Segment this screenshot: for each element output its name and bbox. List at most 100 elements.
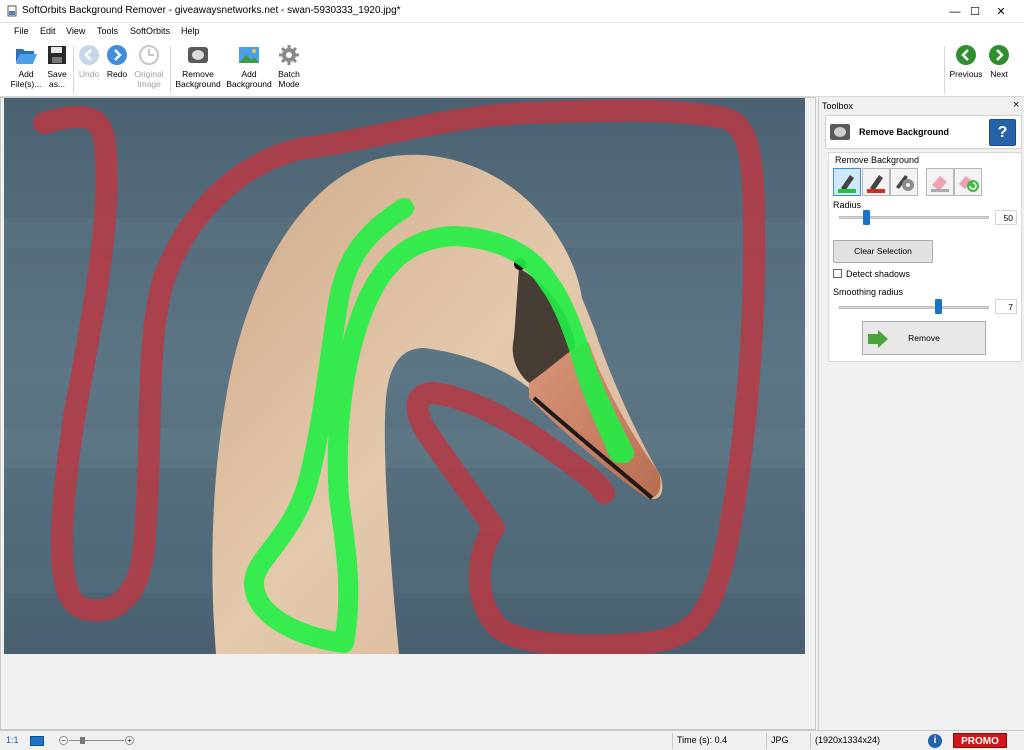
smoothing-value[interactable]: 7 — [995, 299, 1017, 314]
gear-icon — [279, 45, 299, 65]
menu-bar: File Edit View Tools SoftOrbits Help — [0, 23, 1024, 40]
toolbar-separator — [73, 46, 74, 94]
remove-background-icon — [188, 47, 208, 63]
redo-button[interactable]: Redo — [104, 44, 130, 79]
add-files-label-1: Add — [18, 69, 34, 79]
swan-photo[interactable] — [4, 98, 805, 654]
add-files-label-2: File(s)... — [10, 79, 42, 89]
detect-shadows-label: Detect shadows — [846, 269, 911, 279]
radius-slider[interactable] — [839, 216, 989, 219]
window-title: SoftOrbits Background Remover - giveaway… — [22, 5, 401, 16]
radius-value[interactable]: 50 — [995, 210, 1017, 225]
promo-badge[interactable]: PROMO — [953, 733, 1007, 748]
fit-window-icon[interactable] — [30, 736, 44, 746]
undo-label: Undo — [78, 69, 100, 79]
toolbox-close-icon[interactable]: × — [1013, 99, 1019, 111]
arrow-left-icon — [79, 45, 99, 65]
remove-marker-button[interactable] — [862, 168, 890, 196]
radius-label: Radius — [833, 200, 862, 210]
menu-edit[interactable]: Edit — [40, 26, 56, 36]
floppy-disk-icon — [48, 46, 66, 64]
radius-slider-thumb[interactable] — [863, 210, 870, 225]
reset-eraser-button[interactable] — [954, 168, 982, 196]
menu-file[interactable]: File — [14, 26, 29, 36]
original-image-button[interactable]: Original Image — [131, 44, 167, 89]
next-label: Next — [990, 69, 1008, 79]
save-as-button[interactable]: Save as... — [44, 44, 70, 89]
landscape-image-icon — [239, 47, 259, 63]
undo-button[interactable]: Undo — [77, 44, 101, 79]
batch-mode-button[interactable]: Batch Mode — [274, 44, 304, 89]
red-marker-icon — [867, 175, 885, 193]
remove-background-button[interactable]: Remove Background — [172, 44, 224, 89]
remove-background-panel-icon — [830, 124, 850, 140]
smoothing-slider[interactable] — [839, 306, 989, 309]
zoom-ratio[interactable]: 1:1 — [6, 735, 19, 745]
toolbar: Add File(s)... Save as... Undo Redo Origin… — [0, 40, 1024, 97]
clear-selection-button[interactable]: Clear Selection — [833, 240, 933, 263]
add-background-label-1: Add — [241, 69, 257, 79]
toolbox-title: Toolbox — [822, 101, 854, 111]
remove-background-label-2: Background — [175, 79, 221, 89]
folder-open-icon — [16, 49, 37, 64]
status-separator — [810, 733, 811, 749]
zoom-out-icon[interactable]: − — [59, 736, 68, 745]
zoom-thumb[interactable] — [80, 737, 85, 744]
toolbox-panel: Toolbox × Remove Background ? Remove Bac… — [818, 97, 1024, 730]
green-marker-icon — [838, 175, 856, 193]
image-canvas[interactable] — [0, 97, 816, 730]
batch-mode-label-1: Batch — [278, 69, 300, 79]
green-arrow-icon — [868, 330, 888, 348]
remove-background-panel: Remove Background ? — [825, 115, 1022, 149]
toolbox-header: Toolbox × — [819, 97, 1024, 115]
add-files-button[interactable]: Add File(s)... — [8, 44, 44, 89]
status-separator — [672, 733, 673, 749]
remove-button-label: Remove — [908, 333, 940, 343]
image-dimensions: (1920x1334x24) — [815, 735, 881, 745]
help-button[interactable]: ? — [989, 119, 1016, 146]
close-button[interactable]: ✕ — [978, 0, 1024, 23]
menu-softorbits[interactable]: SoftOrbits — [130, 26, 170, 36]
menu-tools[interactable]: Tools — [97, 26, 118, 36]
detect-shadows-checkbox[interactable] — [833, 269, 842, 278]
menu-help[interactable]: Help — [181, 26, 200, 36]
menu-view[interactable]: View — [66, 26, 85, 36]
toolbar-separator — [944, 46, 945, 94]
info-icon[interactable]: i — [928, 734, 942, 748]
gear-marker-icon — [896, 175, 914, 191]
original-image-label-1: Original — [134, 69, 164, 79]
save-as-label-2: as... — [48, 79, 66, 89]
previous-button[interactable]: Previous — [946, 44, 986, 79]
redo-label: Redo — [106, 69, 128, 79]
zoom-slider[interactable]: − + — [55, 735, 135, 747]
panel-title: Remove Background — [859, 127, 950, 137]
original-image-label-2: Image — [137, 79, 161, 89]
status-separator — [766, 733, 767, 749]
toolbar-separator — [170, 46, 171, 94]
eraser-icon — [931, 176, 949, 192]
zoom-in-icon[interactable]: + — [125, 736, 134, 745]
arrow-right-icon — [107, 45, 127, 65]
app-icon — [7, 5, 17, 17]
image-format: JPG — [771, 735, 789, 745]
save-as-label-1: Save — [47, 69, 67, 79]
keep-marker-button[interactable] — [833, 168, 861, 196]
status-bar: 1:1 − + Time (s): 0.4 JPG (1920x1334x24)… — [0, 730, 1024, 750]
smoothing-slider-thumb[interactable] — [935, 299, 942, 314]
remove-background-label-1: Remove — [182, 69, 214, 79]
remove-button[interactable]: Remove — [862, 321, 986, 355]
previous-label: Previous — [949, 69, 983, 79]
smoothing-label: Smoothing radius — [833, 287, 904, 297]
next-button[interactable]: Next — [986, 44, 1012, 79]
add-background-button[interactable]: Add Background — [224, 44, 274, 89]
clock-icon — [139, 45, 159, 65]
eraser-button[interactable] — [926, 168, 954, 196]
batch-mode-label-2: Mode — [278, 79, 300, 89]
next-arrow-icon — [989, 45, 1009, 65]
remove-background-options: Remove Background Radius 50 Clear Select… — [828, 152, 1022, 362]
add-background-label-2: Background — [226, 79, 272, 89]
eraser-refresh-icon — [959, 176, 979, 192]
time-readout: Time (s): 0.4 — [677, 735, 728, 745]
auto-marker-button[interactable] — [890, 168, 918, 196]
previous-arrow-icon — [956, 45, 976, 65]
